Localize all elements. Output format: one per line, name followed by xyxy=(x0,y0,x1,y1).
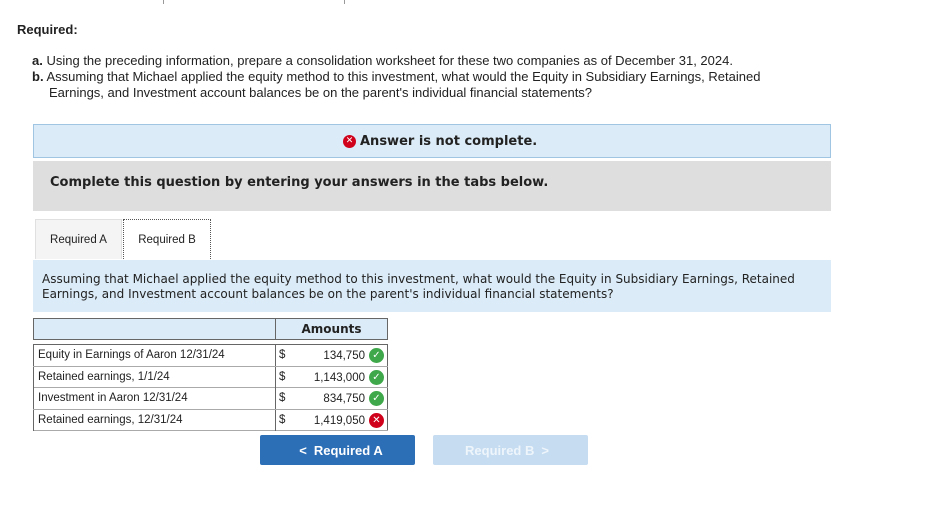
check-icon: ✓ xyxy=(369,369,384,385)
check-icon: ✓ xyxy=(369,348,384,363)
instruction-b: b. Assuming that Michael applied the equ… xyxy=(32,69,892,101)
currency-symbol: $ xyxy=(279,349,286,361)
table-row: Investment in Aaron 12/31/24 $ 834,750 ✓ xyxy=(33,388,388,410)
x-circle-icon: ✕ xyxy=(343,135,356,148)
table-header: Amounts xyxy=(33,318,388,340)
next-required-b-button[interactable]: Required B > xyxy=(433,435,588,465)
chevron-left-icon: < xyxy=(299,442,307,458)
table-body: Equity in Earnings of Aaron 12/31/24 $ 1… xyxy=(33,344,388,431)
table-header-blank xyxy=(33,318,276,340)
required-heading: Required: xyxy=(17,22,78,37)
x-circle-icon: ✕ xyxy=(369,412,384,428)
row-label: Investment in Aaron 12/31/24 xyxy=(33,388,276,409)
amounts-header: Amounts xyxy=(276,318,388,340)
question-line2: Earnings, and Investment account balance… xyxy=(42,287,614,301)
instruction-a-text: Using the preceding information, prepare… xyxy=(46,53,733,68)
answer-status-text: Answer is not complete. xyxy=(360,134,538,149)
answer-table: Amounts Equity in Earnings of Aaron 12/3… xyxy=(33,318,388,431)
chevron-right-icon: > xyxy=(541,442,549,458)
answer-status-banner: ✕ Answer is not complete. xyxy=(33,124,831,158)
check-icon: ✓ xyxy=(369,391,384,406)
prev-button-label: Required A xyxy=(313,442,383,458)
top-edge-marks xyxy=(0,0,926,6)
amount-input[interactable]: 1,143,000 xyxy=(291,369,365,386)
amount-input[interactable]: 834,750 xyxy=(291,391,365,407)
table-row: Equity in Earnings of Aaron 12/31/24 $ 1… xyxy=(33,345,388,367)
amount-input[interactable]: 1,419,050 xyxy=(291,412,365,429)
instructions-box: Complete this question by entering your … xyxy=(33,161,831,211)
complete-prompt: Complete this question by entering your … xyxy=(50,175,549,190)
table-row: Retained earnings, 12/31/24 $ 1,419,050 … xyxy=(33,409,388,431)
amount-input[interactable]: 134,750 xyxy=(291,348,365,364)
currency-symbol: $ xyxy=(279,370,286,383)
question-text: Assuming that Michael applied the equity… xyxy=(42,272,827,302)
question-box: Assuming that Michael applied the equity… xyxy=(33,260,831,312)
next-button-label: Required B xyxy=(465,442,535,458)
answer-status: ✕ Answer is not complete. xyxy=(343,134,537,149)
currency-symbol: $ xyxy=(279,413,286,426)
instruction-b-prefix: b. xyxy=(32,69,44,84)
prev-required-a-button[interactable]: < Required A xyxy=(260,435,415,465)
instruction-a-prefix: a. xyxy=(32,53,43,68)
instruction-a: a. Using the preceding information, prep… xyxy=(32,53,733,69)
instruction-b-text-line1: Assuming that Michael applied the equity… xyxy=(46,69,761,84)
question-line1: Assuming that Michael applied the equity… xyxy=(42,272,795,286)
tab-required-b[interactable]: Required B xyxy=(123,219,211,259)
row-label: Retained earnings, 12/31/24 xyxy=(33,409,276,431)
currency-symbol: $ xyxy=(279,392,286,404)
row-label: Equity in Earnings of Aaron 12/31/24 xyxy=(33,345,276,366)
instruction-b-text-line2: Earnings, and Investment account balance… xyxy=(49,85,593,100)
row-label: Retained earnings, 1/1/24 xyxy=(33,366,276,388)
tab-required-a[interactable]: Required A xyxy=(35,219,122,259)
table-row: Retained earnings, 1/1/24 $ 1,143,000 ✓ xyxy=(33,366,388,388)
